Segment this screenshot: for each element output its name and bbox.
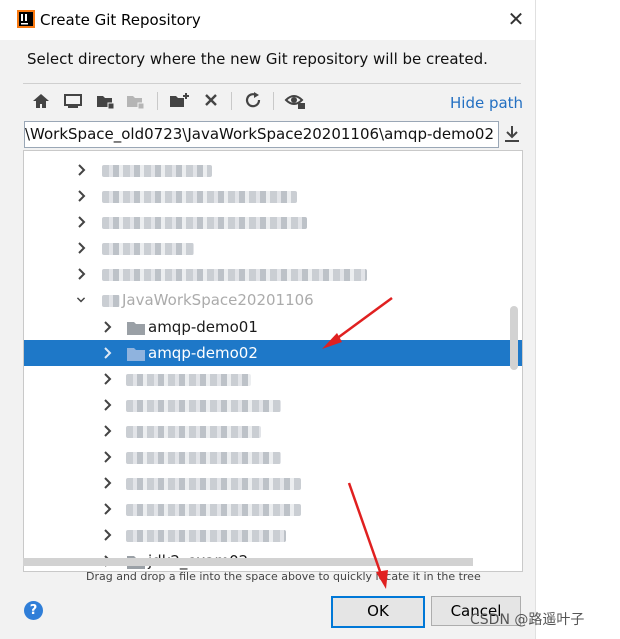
blurred-label [126, 504, 301, 516]
file-chooser-toolbar [23, 86, 521, 116]
chevron-right-icon[interactable] [77, 163, 87, 177]
ok-button[interactable]: OK [331, 596, 425, 628]
blurred-label [102, 217, 307, 229]
blurred-label [126, 400, 281, 412]
chevron-right-icon[interactable] [103, 476, 113, 490]
help-icon[interactable]: ? [24, 601, 43, 620]
watermark: CSDN @路遥叶子 [470, 612, 585, 628]
tree-row[interactable] [24, 366, 522, 392]
chevron-right-icon[interactable] [77, 215, 87, 229]
dialog-description: Select directory where the new Git repos… [27, 50, 488, 68]
blurred-label [126, 478, 301, 490]
chevron-right-icon[interactable] [103, 424, 113, 438]
blurred-label [126, 530, 286, 542]
chevron-right-icon[interactable] [103, 528, 113, 542]
show-hidden-icon[interactable] [283, 90, 307, 112]
chevron-right-icon[interactable] [103, 346, 113, 360]
hide-path-link[interactable]: Hide path [450, 94, 523, 112]
chevron-right-icon[interactable] [77, 189, 87, 203]
tree-item-label: JavaWorkSpace20201106 [122, 291, 314, 309]
desktop-icon[interactable] [61, 90, 85, 112]
folder-icon [127, 348, 145, 361]
tree-row[interactable] [24, 183, 522, 209]
tree-row[interactable] [24, 157, 522, 183]
path-input[interactable]: :\WorkSpace_old0723\JavaWorkSpace2020110… [24, 121, 499, 148]
module-folder-icon[interactable] [123, 90, 147, 112]
blurred-label [102, 165, 212, 177]
drag-drop-hint: Drag and drop a file into the space abov… [86, 570, 481, 583]
dialog-title: Create Git Repository [40, 11, 201, 29]
chevron-right-icon[interactable] [103, 372, 113, 386]
download-icon[interactable] [503, 123, 521, 145]
tree-row[interactable] [24, 209, 522, 235]
tree-row-selected[interactable]: amqp-demo02 [24, 340, 522, 366]
folder-icon [127, 322, 145, 335]
chevron-down-icon[interactable] [76, 293, 86, 307]
close-icon[interactable]: ✕ [505, 8, 527, 30]
new-folder-icon[interactable] [167, 90, 191, 112]
tree-row[interactable] [24, 261, 522, 287]
tree-row-expanded[interactable]: JavaWorkSpace20201106 [24, 287, 522, 313]
blurred-label [126, 426, 261, 438]
tree-row[interactable] [24, 522, 522, 548]
chevron-right-icon[interactable] [77, 241, 87, 255]
blurred-folder [102, 295, 120, 307]
project-folder-icon[interactable] [93, 90, 117, 112]
tree-row[interactable] [24, 418, 522, 444]
chevron-right-icon[interactable] [77, 267, 87, 281]
home-icon[interactable] [29, 90, 53, 112]
directory-tree[interactable]: JavaWorkSpace20201106 amqp-demo01 amqp-d… [23, 150, 523, 572]
divider [23, 83, 521, 84]
tree-item-label: amqp-demo02 [148, 344, 258, 362]
tree-row[interactable]: amqp-demo01 [24, 314, 522, 340]
chevron-right-icon[interactable] [103, 320, 113, 334]
horizontal-scrollbar[interactable] [23, 558, 473, 566]
blurred-label [102, 243, 194, 255]
tree-row[interactable] [24, 444, 522, 470]
tree-row[interactable] [24, 235, 522, 261]
vertical-scrollbar[interactable] [510, 306, 518, 370]
blurred-label [126, 452, 281, 464]
path-value: :\WorkSpace_old0723\JavaWorkSpace2020110… [24, 125, 494, 143]
tree-row[interactable] [24, 392, 522, 418]
blurred-label [102, 269, 367, 281]
tree-item-label: amqp-demo01 [148, 318, 258, 336]
chevron-right-icon[interactable] [103, 398, 113, 412]
delete-icon[interactable] [199, 90, 223, 112]
toolbar-separator [157, 92, 158, 110]
tree-row[interactable] [24, 470, 522, 496]
intellij-logo-icon [17, 10, 35, 28]
toolbar-separator [231, 92, 232, 110]
blurred-label [126, 374, 251, 386]
title-bar: Create Git Repository ✕ [0, 0, 535, 40]
refresh-icon[interactable] [241, 90, 265, 112]
chevron-right-icon[interactable] [103, 502, 113, 516]
blurred-label [102, 191, 297, 203]
toolbar-separator [273, 92, 274, 110]
create-git-repository-dialog: Create Git Repository ✕ Select directory… [0, 0, 536, 639]
tree-row[interactable] [24, 496, 522, 522]
chevron-right-icon[interactable] [103, 450, 113, 464]
